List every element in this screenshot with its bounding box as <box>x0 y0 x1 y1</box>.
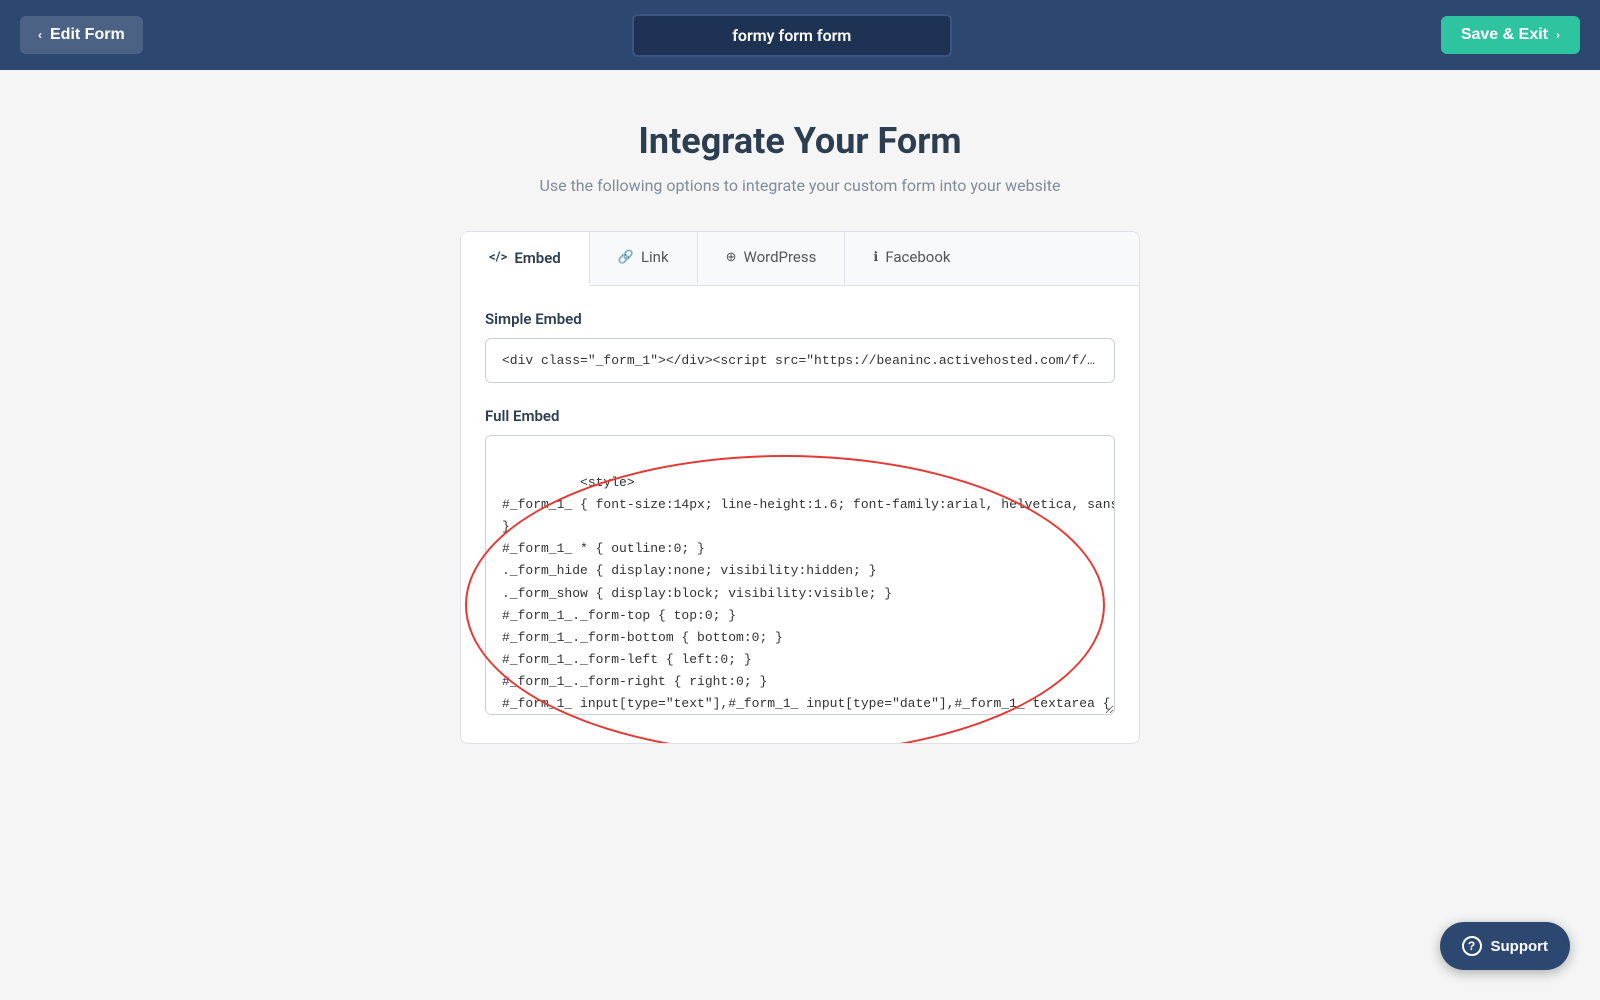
facebook-icon: ℹ <box>873 250 878 265</box>
save-exit-button[interactable]: Save & Exit › <box>1441 16 1580 54</box>
tab-link[interactable]: 🔗 Link <box>590 232 698 285</box>
form-title-display: formy form form <box>632 14 952 57</box>
simple-embed-label: Simple Embed <box>485 310 1115 328</box>
tab-embed-label: Embed <box>514 249 560 267</box>
save-exit-label: Save & Exit <box>1461 26 1548 44</box>
main-content: Integrate Your Form Use the following op… <box>440 70 1160 804</box>
simple-embed-code-text: <div class="_form_1"></div><script src="… <box>502 353 1115 368</box>
edit-form-label: Edit Form <box>50 26 125 44</box>
header: ‹ Edit Form formy form form Save & Exit … <box>0 0 1600 70</box>
support-label: Support <box>1491 938 1549 955</box>
link-icon: 🔗 <box>618 250 634 265</box>
full-embed-wrapper: <style> #_form_1_ { font-size:14px; line… <box>485 435 1115 715</box>
simple-embed-code[interactable]: <div class="_form_1"></div><script src="… <box>485 338 1115 383</box>
full-embed-code-text: <style> #_form_1_ { font-size:14px; line… <box>502 475 1115 715</box>
tab-facebook-label: Facebook <box>885 248 950 266</box>
form-title-text: formy form form <box>732 26 851 45</box>
wordpress-icon: ⊕ <box>726 250 737 265</box>
tab-embed[interactable]: </> Embed <box>461 232 590 286</box>
full-embed-code[interactable]: <style> #_form_1_ { font-size:14px; line… <box>485 435 1115 715</box>
tab-wordpress[interactable]: ⊕ WordPress <box>698 232 846 285</box>
embed-icon: </> <box>489 250 507 265</box>
chevron-left-icon: ‹ <box>38 28 42 42</box>
support-button[interactable]: ? Support <box>1440 922 1571 970</box>
tab-wordpress-label: WordPress <box>743 248 816 266</box>
tab-content-embed: Simple Embed <div class="_form_1"></div>… <box>461 286 1139 743</box>
chevron-right-icon: › <box>1556 28 1560 42</box>
tabs-nav: </> Embed 🔗 Link ⊕ WordPress ℹ Facebook <box>461 232 1139 286</box>
tab-facebook[interactable]: ℹ Facebook <box>845 232 978 285</box>
tab-link-label: Link <box>641 248 669 266</box>
full-embed-label: Full Embed <box>485 407 1115 425</box>
header-left: ‹ Edit Form <box>20 16 143 54</box>
edit-form-button[interactable]: ‹ Edit Form <box>20 16 143 54</box>
page-title: Integrate Your Form <box>460 120 1140 162</box>
support-circle-icon: ? <box>1462 936 1482 956</box>
page-subtitle: Use the following options to integrate y… <box>460 176 1140 195</box>
tabs-container: </> Embed 🔗 Link ⊕ WordPress ℹ Facebook … <box>460 231 1140 744</box>
